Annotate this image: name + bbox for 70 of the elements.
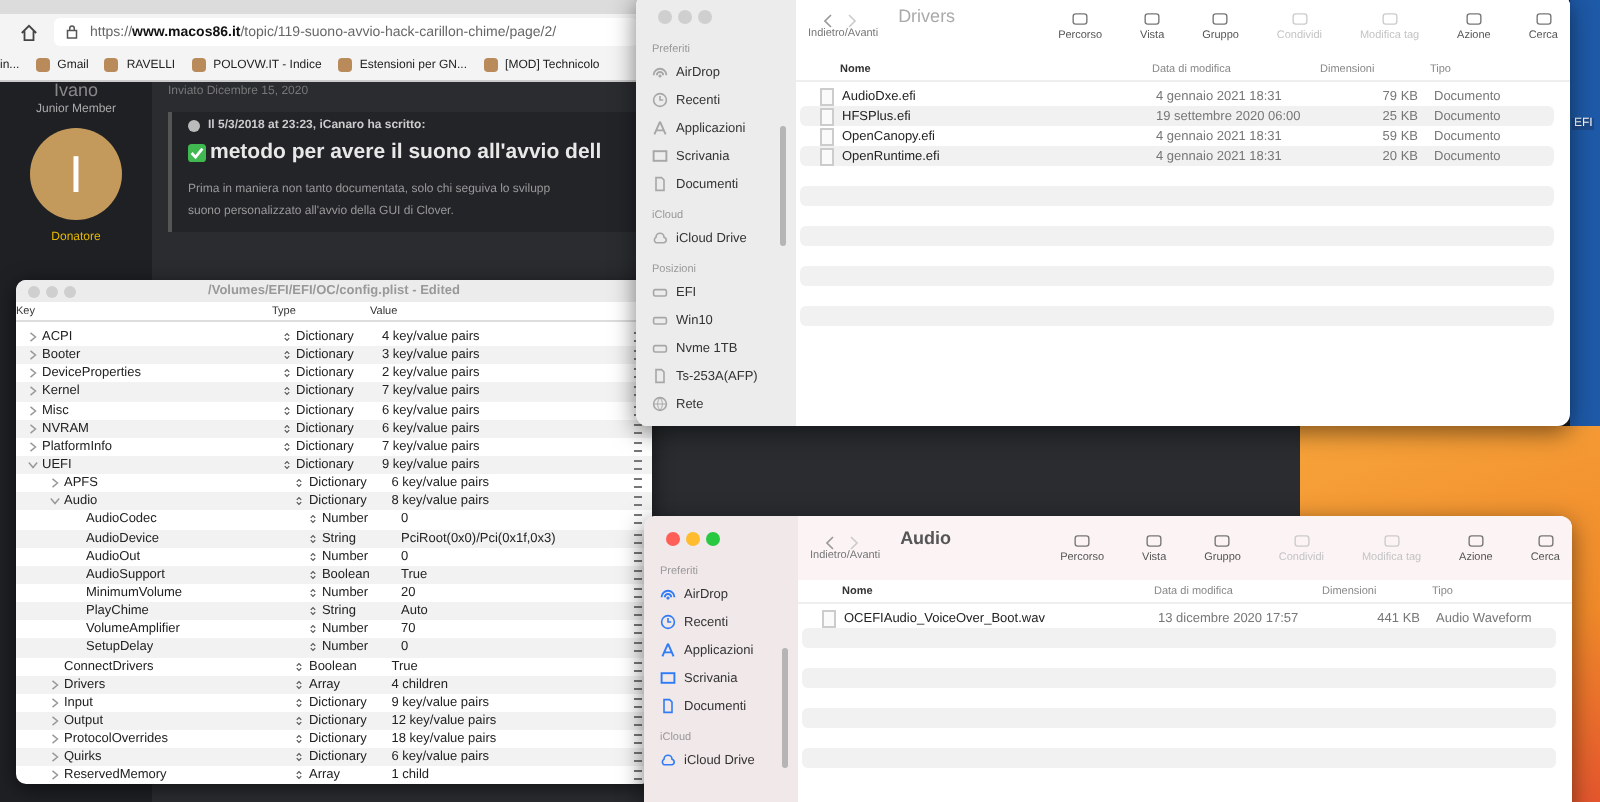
favicon-icon bbox=[104, 58, 119, 72]
stepper-icon[interactable] bbox=[309, 533, 316, 544]
stepper-icon[interactable] bbox=[309, 642, 316, 653]
stepper-icon[interactable] bbox=[296, 478, 303, 489]
stepper-icon[interactable] bbox=[284, 441, 290, 452]
stepper-icon[interactable] bbox=[284, 405, 290, 416]
toolbar-icon bbox=[1463, 533, 1488, 547]
author-name[interactable]: Ivano bbox=[53, 82, 99, 100]
stepper-icon[interactable] bbox=[284, 368, 290, 379]
favicon-icon bbox=[483, 58, 498, 72]
toolbar-icon bbox=[1287, 11, 1312, 25]
stepper-icon[interactable] bbox=[309, 569, 316, 580]
stepper-icon[interactable] bbox=[309, 624, 316, 635]
favicon-icon bbox=[35, 58, 50, 72]
globe-icon bbox=[652, 396, 668, 412]
clock-icon bbox=[652, 92, 668, 108]
monitor-icon bbox=[652, 148, 668, 164]
avatar: I bbox=[30, 128, 122, 220]
favicon-icon bbox=[337, 58, 352, 72]
toolbar-icon bbox=[1377, 11, 1402, 25]
stepper-icon[interactable] bbox=[296, 770, 303, 781]
cloud-icon bbox=[660, 752, 676, 768]
stepper-icon[interactable] bbox=[309, 551, 316, 562]
stepper-icon[interactable] bbox=[309, 514, 316, 525]
airdrop-icon bbox=[652, 64, 668, 80]
toolbar-icon bbox=[1208, 11, 1233, 25]
apps-icon bbox=[652, 120, 668, 136]
toolbar-icon bbox=[1461, 11, 1486, 25]
file-icon bbox=[822, 609, 836, 627]
back-icon[interactable] bbox=[826, 535, 834, 549]
home-icon[interactable] bbox=[20, 23, 38, 41]
window-title: Drivers bbox=[898, 6, 958, 26]
stepper-icon[interactable] bbox=[296, 716, 303, 727]
back-icon[interactable] bbox=[824, 13, 832, 27]
stepper-icon[interactable] bbox=[284, 350, 290, 361]
toolbar-icon bbox=[1379, 533, 1404, 547]
stepper-icon[interactable] bbox=[296, 697, 303, 708]
cloud-icon bbox=[652, 230, 668, 246]
toolbar-icon bbox=[1210, 533, 1235, 547]
toolbar-icon bbox=[1531, 11, 1556, 25]
toolbar-icon bbox=[1289, 533, 1314, 547]
stepper-icon[interactable] bbox=[296, 752, 303, 763]
stepper-icon[interactable] bbox=[284, 386, 290, 397]
stepper-icon[interactable] bbox=[284, 460, 290, 471]
stepper-icon[interactable] bbox=[296, 734, 303, 745]
stepper-icon[interactable] bbox=[296, 679, 303, 690]
document-icon bbox=[660, 698, 676, 714]
apps-icon bbox=[660, 642, 676, 658]
stepper-icon[interactable] bbox=[309, 588, 316, 599]
close-icon[interactable] bbox=[666, 531, 680, 545]
clock-icon bbox=[660, 614, 676, 630]
toolbar-icon bbox=[1070, 533, 1095, 547]
stepper-icon[interactable] bbox=[296, 496, 303, 507]
checkmark-icon bbox=[188, 143, 206, 161]
airdrop-icon bbox=[660, 586, 676, 602]
toolbar-icon bbox=[1142, 533, 1167, 547]
document-icon bbox=[652, 368, 668, 384]
stepper-icon[interactable] bbox=[309, 606, 316, 617]
toolbar-icon bbox=[1533, 533, 1558, 547]
document-icon bbox=[652, 176, 668, 192]
monitor-icon bbox=[660, 670, 676, 686]
post-heading: metodo per avere il suono all'avvio dell bbox=[210, 140, 602, 164]
toolbar-icon bbox=[1140, 11, 1165, 25]
lock-icon bbox=[66, 24, 78, 40]
stepper-icon[interactable] bbox=[296, 661, 303, 672]
window-title: Audio bbox=[900, 528, 954, 548]
stepper-icon[interactable] bbox=[284, 423, 290, 434]
toolbar-icon bbox=[1068, 11, 1093, 25]
stepper-icon[interactable] bbox=[284, 332, 290, 343]
favicon-icon bbox=[191, 58, 206, 72]
